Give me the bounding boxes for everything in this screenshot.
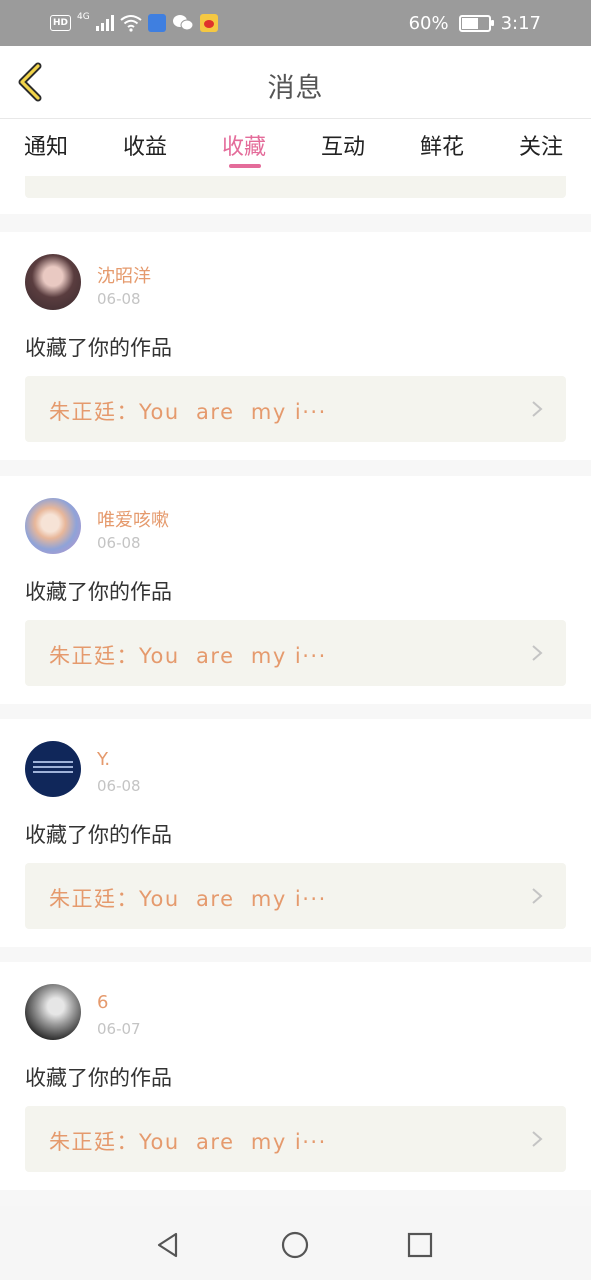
work-link[interactable]: 朱正廷：You are my i···: [25, 1106, 566, 1172]
quote-text: 朱正廷：You are my i···: [49, 887, 327, 911]
clock: 3:17: [500, 12, 541, 34]
tab-flowers[interactable]: 鲜花: [420, 129, 464, 161]
avatar[interactable]: [25, 984, 81, 1040]
list-item: 6 06-07 收藏了你的作品 朱正廷：You are my i···: [0, 962, 591, 1190]
date: 06-08: [97, 290, 141, 308]
status-bar: HD 4G 60% 3:17: [0, 0, 591, 46]
wifi-icon: [120, 15, 142, 32]
network-type: 4G: [77, 12, 90, 22]
date: 06-07: [97, 1020, 141, 1038]
action-text: 收藏了你的作品: [25, 580, 172, 604]
active-tab-indicator: [229, 164, 261, 168]
action-text: 收藏了你的作品: [25, 336, 172, 360]
username[interactable]: 唯爱咳嗽: [97, 506, 169, 532]
circle-home-icon[interactable]: [280, 1230, 310, 1260]
username[interactable]: Y.: [97, 749, 110, 770]
status-icons-right: 60% 3:17: [409, 11, 541, 35]
tab-notifications[interactable]: 通知: [24, 129, 68, 161]
chevron-right-icon: [532, 401, 543, 417]
square-recents-icon[interactable]: [405, 1230, 435, 1260]
avatar[interactable]: [25, 741, 81, 797]
tab-interactions[interactable]: 互动: [321, 129, 365, 161]
signal-icon: [95, 15, 114, 31]
tab-favorites[interactable]: 收藏: [222, 129, 266, 161]
chevron-right-icon: [532, 1131, 543, 1147]
tab-follows[interactable]: 关注: [519, 129, 563, 161]
avatar[interactable]: [25, 498, 81, 554]
username[interactable]: 沈昭洋: [97, 262, 151, 288]
tab-earnings[interactable]: 收益: [123, 129, 167, 161]
action-text: 收藏了你的作品: [25, 1066, 172, 1090]
battery-icon: [458, 14, 494, 32]
list-item-partial: [0, 176, 591, 214]
page-title: 消息: [267, 73, 324, 104]
action-text: 收藏了你的作品: [25, 823, 172, 847]
username[interactable]: 6: [97, 992, 108, 1013]
work-link[interactable]: 朱正廷：You are my i···: [25, 376, 566, 442]
work-link[interactable]: 朱正廷：You are my i···: [25, 863, 566, 929]
system-nav-bar: [0, 1206, 591, 1280]
quote-text: 朱正廷：You are my i···: [49, 1130, 327, 1154]
quote-text: 朱正廷：You are my i···: [49, 644, 327, 668]
list-item: 沈昭洋 06-08 收藏了你的作品 朱正廷：You are my i···: [0, 232, 591, 460]
date: 06-08: [97, 777, 141, 795]
work-link[interactable]: 朱正廷：You are my i···: [25, 620, 566, 686]
alipay-app-icon: [147, 14, 166, 32]
battery-percent: 60%: [408, 12, 449, 34]
list-item: 唯爱咳嗽 06-08 收藏了你的作品 朱正廷：You are my i···: [0, 476, 591, 704]
weibo-icon: [199, 14, 218, 32]
status-icons-left: HD 4G: [50, 12, 218, 34]
tab-bar: 通知 收益 收藏 互动 鲜花 关注: [0, 119, 591, 176]
chevron-right-icon: [532, 645, 543, 661]
avatar[interactable]: [25, 254, 81, 310]
hd-icon: HD: [50, 15, 72, 31]
date: 06-08: [97, 534, 141, 552]
favorites-feed[interactable]: 沈昭洋 06-08 收藏了你的作品 朱正廷：You are my i··· 唯爱…: [0, 176, 591, 1206]
triangle-back-icon[interactable]: [153, 1230, 183, 1260]
wechat-icon: [172, 15, 194, 31]
chevron-right-icon: [532, 888, 543, 904]
header: 消息: [0, 46, 591, 119]
list-item: Y. 06-08 收藏了你的作品 朱正廷：You are my i···: [0, 719, 591, 947]
quote-box-partial[interactable]: [25, 176, 566, 198]
quote-text: 朱正廷：You are my i···: [49, 400, 327, 424]
